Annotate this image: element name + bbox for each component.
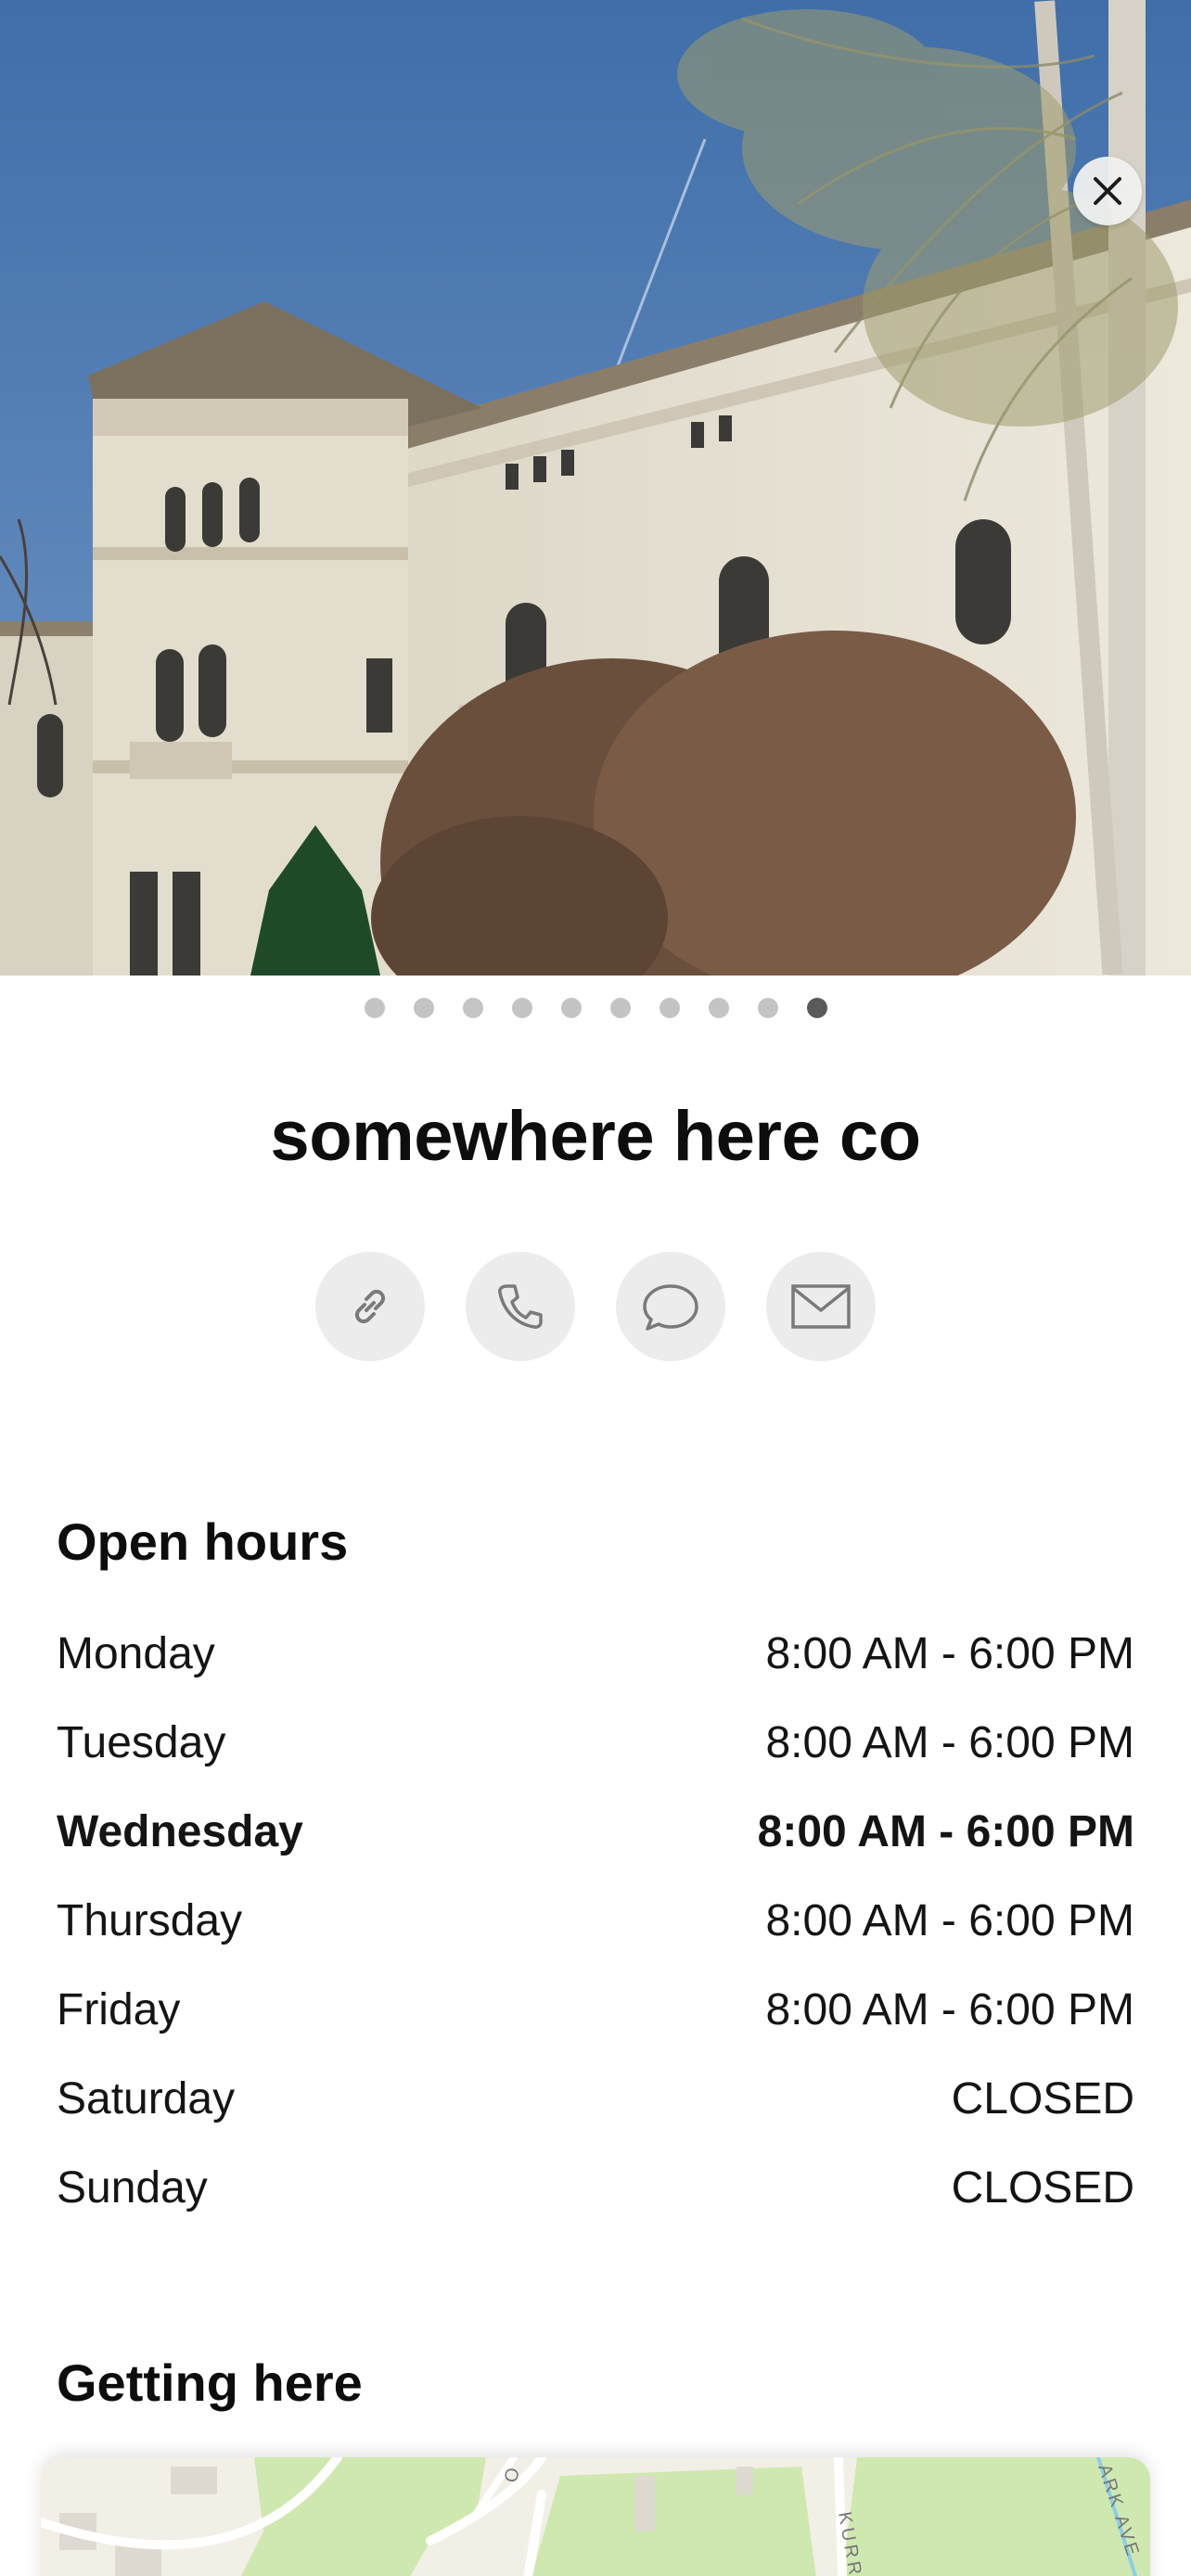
hours-day: Wednesday <box>57 1806 303 1856</box>
hours-time: 8:00 AM - 6:00 PM <box>765 1717 1134 1767</box>
hours-day: Sunday <box>57 2162 208 2213</box>
hours-time: 8:00 AM - 6:00 PM <box>765 1895 1134 1945</box>
pager-dot[interactable] <box>413 998 434 1018</box>
pager-dot[interactable] <box>659 998 680 1018</box>
hours-row-saturday: Saturday CLOSED <box>57 2054 1134 2143</box>
pager-dot[interactable] <box>609 998 631 1018</box>
photo-pager[interactable] <box>0 998 1191 1018</box>
hours-day: Saturday <box>57 2073 236 2123</box>
hours-time: CLOSED <box>951 2162 1134 2213</box>
close-icon <box>1094 177 1121 205</box>
hours-row-tuesday: Tuesday 8:00 AM - 6:00 PM <box>57 1698 1134 1787</box>
hours-time: 8:00 AM - 6:00 PM <box>765 1628 1134 1678</box>
hours-row-wednesday-today: Wednesday 8:00 AM - 6:00 PM <box>57 1787 1134 1876</box>
pager-dot-active[interactable] <box>806 998 827 1018</box>
building-photo <box>0 0 1191 976</box>
mail-icon <box>791 1284 851 1329</box>
location-map[interactable]: O KURR ARK AVE <box>41 2457 1150 2576</box>
website-button[interactable] <box>315 1252 425 1361</box>
open-hours-list: Monday 8:00 AM - 6:00 PM Tuesday 8:00 AM… <box>57 1609 1134 2232</box>
map-tiles: O KURR ARK AVE <box>41 2457 1150 2576</box>
place-detail-sheet: somewhere here co Open hours Monday 8:00… <box>0 0 1191 2576</box>
contact-actions <box>0 1252 1191 1361</box>
hours-time: 8:00 AM - 6:00 PM <box>757 1806 1134 1856</box>
message-icon <box>643 1284 698 1331</box>
hours-row-sunday: Sunday CLOSED <box>57 2143 1134 2232</box>
hours-row-monday: Monday 8:00 AM - 6:00 PM <box>57 1609 1134 1698</box>
phone-icon <box>498 1284 543 1329</box>
hours-row-thursday: Thursday 8:00 AM - 6:00 PM <box>57 1876 1134 1965</box>
hours-day: Tuesday <box>57 1717 226 1767</box>
link-icon <box>354 1289 386 1324</box>
hours-day: Monday <box>57 1628 215 1678</box>
close-button[interactable] <box>1073 157 1142 225</box>
pager-dot[interactable] <box>708 998 729 1018</box>
pager-dot[interactable] <box>511 998 532 1018</box>
hours-time: 8:00 AM - 6:00 PM <box>765 1984 1134 2034</box>
hours-day: Thursday <box>57 1895 243 1945</box>
place-photo[interactable] <box>0 0 1191 976</box>
hours-day: Friday <box>57 1984 181 2034</box>
open-hours-heading: Open hours <box>57 1512 349 1571</box>
message-button[interactable] <box>616 1252 725 1361</box>
place-name: somewhere here co <box>270 1097 921 1176</box>
pager-dot[interactable] <box>757 998 778 1018</box>
getting-here-heading: Getting here <box>57 2353 363 2412</box>
call-button[interactable] <box>466 1252 575 1361</box>
email-button[interactable] <box>766 1252 876 1361</box>
hours-time: CLOSED <box>951 2073 1134 2123</box>
pager-dot[interactable] <box>560 998 582 1018</box>
pager-dot[interactable] <box>462 998 483 1018</box>
hours-row-friday: Friday 8:00 AM - 6:00 PM <box>57 1965 1134 2054</box>
pager-dot[interactable] <box>364 998 385 1018</box>
